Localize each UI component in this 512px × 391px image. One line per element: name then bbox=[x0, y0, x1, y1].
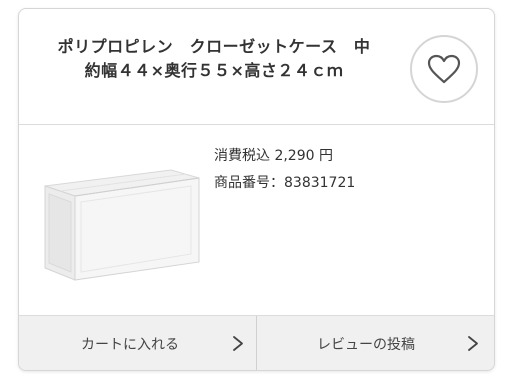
action-bar: カートに入れる レビューの投稿 bbox=[19, 315, 494, 370]
heart-outline-icon bbox=[427, 54, 461, 84]
chevron-right-icon bbox=[468, 336, 478, 351]
write-review-button[interactable]: レビューの投稿 bbox=[257, 316, 494, 370]
product-title-line-1: ポリプロピレン クローゼットケース 中 bbox=[57, 37, 371, 56]
product-code-text: 商品番号：83831721 bbox=[214, 175, 356, 191]
add-to-cart-label: カートに入れる bbox=[81, 336, 179, 353]
chevron-right-icon bbox=[233, 336, 243, 351]
product-header: ポリプロピレン クローゼットケース 中 約幅４４×奥行５５×高さ２４ｃｍ bbox=[19, 9, 494, 125]
write-review-label: レビューの投稿 bbox=[317, 336, 415, 353]
product-title-line-2: 約幅４４×奥行５５×高さ２４ｃｍ bbox=[84, 61, 344, 80]
product-card: ポリプロピレン クローゼットケース 中 約幅４４×奥行５５×高さ２４ｃｍ 消費税… bbox=[18, 8, 495, 371]
product-image bbox=[41, 164, 201, 284]
favorite-button[interactable] bbox=[410, 35, 478, 103]
add-to-cart-button[interactable]: カートに入れる bbox=[19, 316, 257, 370]
price-text: 消費税込 2,290 円 bbox=[214, 148, 333, 164]
